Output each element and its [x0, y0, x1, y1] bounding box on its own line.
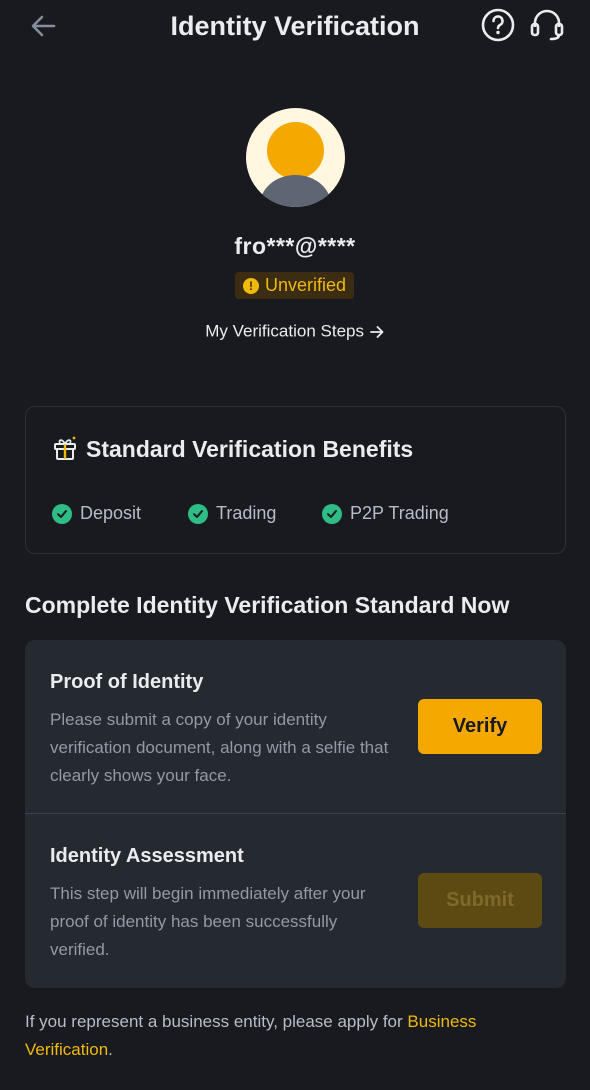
step-description: Please submit a copy of your identity ve… — [50, 710, 389, 785]
status-label: Unverified — [265, 275, 347, 295]
business-verification-note: If you represent a business entity, plea… — [25, 1008, 565, 1064]
check-circle-icon — [52, 503, 72, 524]
gift-icon — [54, 436, 76, 460]
benefit-trading: Trading — [188, 503, 276, 524]
section-title: Complete Identity Verification Standard … — [25, 592, 510, 618]
status-badge: ! Unverified — [235, 272, 355, 299]
benefit-deposit: Deposit — [52, 503, 141, 524]
customer-support-button[interactable] — [528, 7, 566, 43]
help-button[interactable] — [480, 7, 516, 43]
benefit-p2p-trading: P2P Trading — [322, 503, 449, 524]
benefits-title: Standard Verification Benefits — [86, 436, 414, 462]
verify-button[interactable]: Verify — [418, 699, 542, 754]
verification-steps-label: My Verification Steps — [205, 321, 364, 341]
avatar — [246, 108, 345, 207]
verification-steps-link[interactable]: My Verification Steps — [0, 321, 590, 342]
check-circle-icon — [188, 503, 208, 524]
footer-suffix: . — [108, 1040, 113, 1059]
benefit-label: P2P Trading — [350, 503, 449, 523]
benefit-label: Trading — [216, 503, 277, 523]
user-id: fro***@**** — [234, 233, 356, 259]
top-bar: Identity Verification — [0, 0, 590, 54]
avatar-head — [267, 122, 324, 179]
footer-text: If you represent a business entity, plea… — [25, 1012, 403, 1031]
exclamation-circle-icon: ! — [243, 277, 259, 294]
headset-icon — [530, 9, 564, 41]
step-title: Identity Assessment — [50, 845, 244, 867]
check-circle-icon — [322, 503, 342, 524]
benefits-card: Standard Verification Benefits Deposit T… — [25, 406, 566, 554]
benefit-label: Deposit — [80, 503, 142, 523]
avatar-body — [260, 175, 331, 207]
divider — [25, 813, 566, 814]
question-circle-icon — [481, 8, 515, 42]
step-description: This step will begin immediately after y… — [50, 884, 366, 959]
submit-button[interactable]: Submit — [418, 873, 542, 928]
step-title: Proof of Identity — [50, 671, 204, 693]
verification-steps-card: Proof of Identity Please submit a copy o… — [25, 640, 566, 988]
arrow-right-icon — [369, 325, 384, 338]
